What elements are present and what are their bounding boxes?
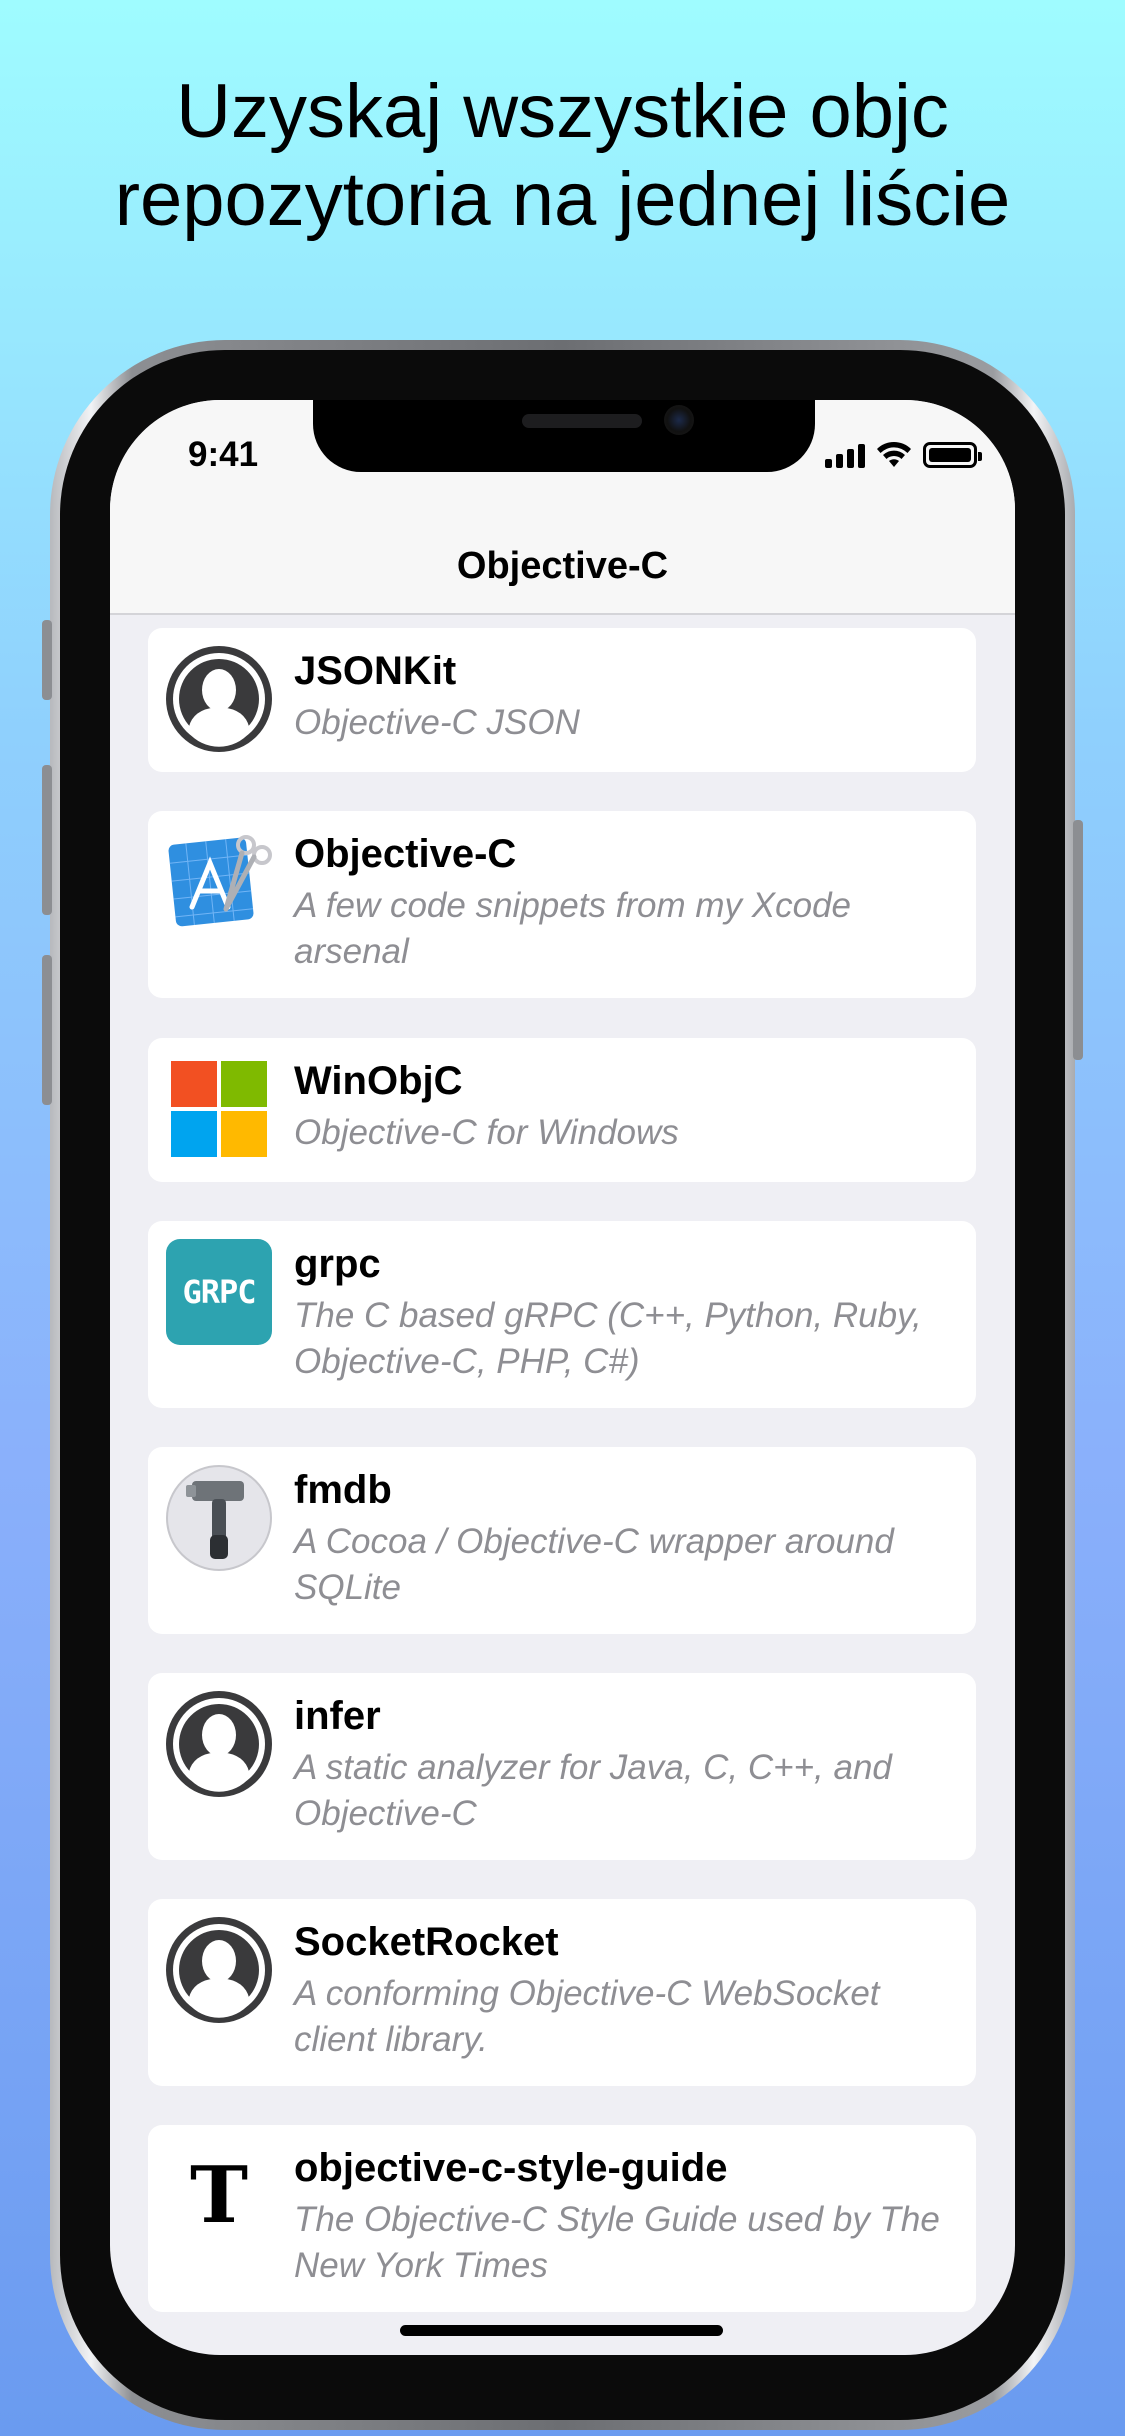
cellular-signal-icon	[825, 442, 865, 468]
repo-description: A conforming Objective-C WebSocket clien…	[294, 1974, 880, 2059]
repo-row-grpc[interactable]: GRPC grpc The C based gRPC (C++, Python,…	[148, 1221, 976, 1408]
status-icons	[825, 440, 982, 470]
repo-row-jsonkit[interactable]: JSONKit Objective-C JSON	[148, 628, 976, 772]
volume-down-button	[42, 955, 52, 1105]
battery-icon	[923, 442, 982, 468]
repo-name: infer	[294, 1694, 381, 1738]
repo-row-objective-c[interactable]: Objective-C A few code snippets from my …	[148, 811, 976, 998]
windows-logo-icon	[166, 1056, 272, 1162]
repo-row-fmdb[interactable]: fmdb A Cocoa / Objective-C wrapper aroun…	[148, 1447, 976, 1634]
home-indicator[interactable]	[400, 2325, 723, 2336]
repo-name: Objective-C	[294, 832, 517, 876]
headline-line-2: repozytoria na jednej liście	[114, 157, 1011, 242]
repo-description: Objective-C for Windows	[294, 1113, 679, 1152]
repo-row-socketrocket[interactable]: SocketRocket A conforming Objective-C We…	[148, 1899, 976, 2086]
repo-description: A few code snippets from my Xcode arsena…	[294, 886, 852, 971]
power-button	[1073, 820, 1083, 1060]
repo-name: JSONKit	[294, 649, 457, 693]
volume-up-button	[42, 765, 52, 915]
hammer-icon	[166, 1465, 272, 1571]
repo-description: The Objective-C Style Guide used by The …	[294, 2200, 940, 2285]
default-avatar-icon	[166, 646, 272, 752]
default-avatar-icon	[166, 1691, 272, 1797]
repo-name: WinObjC	[294, 1059, 463, 1103]
grpc-logo-icon: GRPC	[166, 1239, 272, 1345]
silent-switch	[42, 620, 52, 700]
xcode-blueprint-icon	[166, 829, 272, 935]
repo-description: The C based gRPC (C++, Python, Ruby, Obj…	[294, 1296, 922, 1381]
wifi-icon	[877, 441, 911, 467]
headline: Uzyskaj wszystkie objc repozytoria na je…	[0, 68, 1125, 244]
navigation-bar: Objective-C	[110, 520, 1015, 615]
grpc-logo-text: GRPC	[182, 1273, 256, 1311]
repo-description: Objective-C JSON	[294, 703, 580, 742]
repo-row-winobjc[interactable]: WinObjC Objective-C for Windows	[148, 1038, 976, 1182]
phone-screen: 9:41 Objective-C JSONKit Objective-C JSO…	[110, 400, 1015, 2355]
repo-row-objective-c-style-guide[interactable]: T objective-c-style-guide The Objective-…	[148, 2125, 976, 2312]
repo-name: fmdb	[294, 1468, 392, 1512]
repo-description: A Cocoa / Objective-C wrapper around SQL…	[294, 1522, 894, 1607]
nyt-logo-text: T	[189, 2150, 249, 2241]
default-avatar-icon	[166, 1917, 272, 2023]
repo-name: grpc	[294, 1242, 381, 1286]
nyt-logo-icon: T	[166, 2143, 272, 2249]
repo-row-infer[interactable]: infer A static analyzer for Java, C, C++…	[148, 1673, 976, 1860]
repo-description: A static analyzer for Java, C, C++, and …	[294, 1748, 892, 1833]
nav-title: Objective-C	[456, 545, 669, 587]
status-time: 9:41	[188, 435, 259, 474]
front-camera	[664, 405, 694, 435]
notch	[313, 400, 815, 472]
headline-line-1: Uzyskaj wszystkie objc	[176, 69, 949, 154]
speaker-grille	[522, 414, 642, 428]
repo-name: SocketRocket	[294, 1920, 559, 1964]
repo-name: objective-c-style-guide	[294, 2146, 728, 2190]
